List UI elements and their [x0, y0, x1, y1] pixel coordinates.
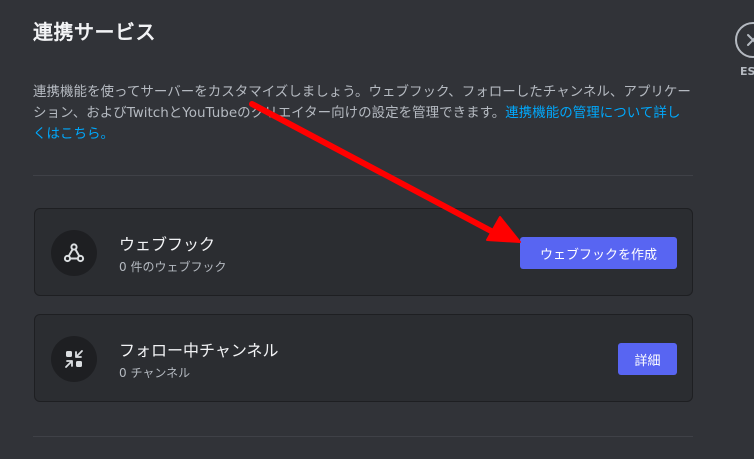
- following-title: フォロー中チャンネル: [119, 341, 279, 360]
- following-count: 0 チャンネル: [119, 366, 191, 380]
- close-button[interactable]: [735, 22, 754, 58]
- divider-top: [33, 175, 693, 176]
- page-title: 連携サービス: [33, 20, 156, 44]
- webhooks-title: ウェブフック: [119, 235, 216, 254]
- page-description: 連携機能を使ってサーバーをカスタマイズしましょう。ウェブフック、フォローしたチャ…: [33, 82, 693, 145]
- create-webhook-button[interactable]: ウェブフックを作成: [520, 237, 677, 269]
- webhook-icon-wrap: [51, 230, 97, 276]
- webhook-icon: [63, 243, 85, 263]
- divider-bottom: [33, 436, 693, 437]
- close-icon: [747, 34, 754, 46]
- details-button[interactable]: 詳細: [618, 343, 677, 375]
- follow-icon-wrap: [51, 336, 97, 382]
- webhooks-card[interactable]: ウェブフック 0 件のウェブフック ウェブフックを作成: [34, 208, 693, 296]
- followed-channels-card[interactable]: フォロー中チャンネル 0 チャンネル 詳細: [34, 314, 693, 402]
- follow-channel-icon: [65, 350, 83, 368]
- integrations-page: 連携サービス ESC 連携機能を使ってサーバーをカスタマイズしましょう。ウェブフ…: [0, 0, 754, 459]
- esc-label: ESC: [740, 65, 754, 78]
- webhooks-count: 0 件のウェブフック: [119, 260, 227, 274]
